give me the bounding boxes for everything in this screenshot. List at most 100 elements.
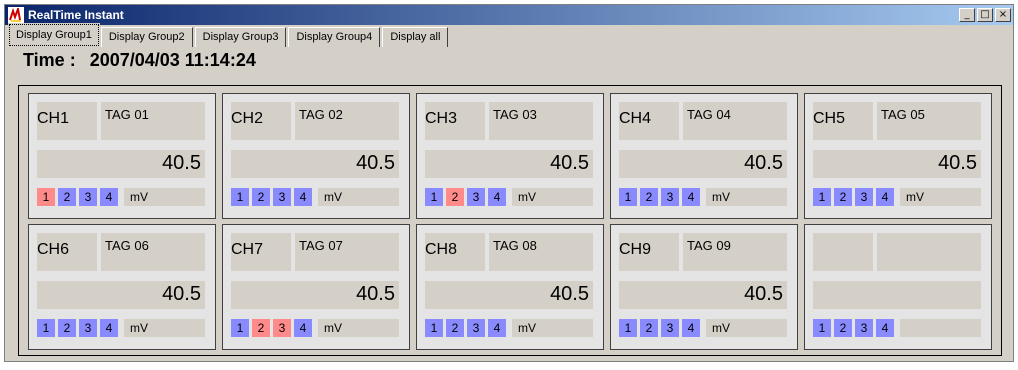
unit-label: mV xyxy=(900,188,981,206)
alarm-indicator: 2 xyxy=(834,319,852,337)
channel-card[interactable]: 1234 xyxy=(804,224,992,350)
channel-card[interactable]: CH5 TAG 05 40.5 1 2 3 4 mV xyxy=(804,93,992,219)
measured-value: 40.5 xyxy=(550,283,589,305)
minimize-button[interactable]: _ xyxy=(959,8,975,22)
alarm-indicator: 3 xyxy=(79,188,97,206)
tag-box: TAG 09 xyxy=(683,233,787,271)
value-box: 40.5 xyxy=(425,150,593,178)
value-box xyxy=(813,281,981,309)
tab-display-group4[interactable]: Display Group4 xyxy=(288,27,381,47)
alarm-indicator: 2 xyxy=(640,188,658,206)
channel-card[interactable]: CH9 TAG 09 40.5 1 2 3 4 mV xyxy=(610,224,798,350)
measured-value: 40.5 xyxy=(356,152,395,174)
tag-box: TAG 07 xyxy=(295,233,399,271)
unit-label xyxy=(900,319,981,337)
measured-value: 40.5 xyxy=(938,152,977,174)
maximize-button[interactable]: □ xyxy=(977,8,993,22)
value-box: 40.5 xyxy=(37,150,205,178)
time-row: Time : 2007/04/03 11:14:24 xyxy=(5,47,1013,73)
alarm-indicator: 4 xyxy=(294,188,312,206)
app-logo-icon xyxy=(8,7,24,23)
channel-name: CH6 xyxy=(37,241,70,258)
tab-display-group1[interactable]: Display Group1 xyxy=(8,23,100,47)
alarm-indicator: 1 xyxy=(37,319,55,337)
tab-display-all[interactable]: Display all xyxy=(382,27,449,47)
time-value: 2007/04/03 11:14:24 xyxy=(89,49,256,70)
alarm-indicator: 4 xyxy=(876,319,894,337)
value-box: 40.5 xyxy=(425,281,593,309)
indicator-row: 1 2 3 4 mV xyxy=(231,319,399,337)
tab-display-group2[interactable]: Display Group2 xyxy=(100,27,193,47)
alarm-indicator: 4 xyxy=(488,319,506,337)
alarm-indicator: 1 xyxy=(619,319,637,337)
channel-name-box: CH6 xyxy=(37,233,97,271)
unit-label: mV xyxy=(706,319,787,337)
window-controls: _ □ × xyxy=(959,8,1011,22)
channel-card[interactable]: CH6 TAG 06 40.5 1 2 3 4 mV xyxy=(28,224,216,350)
channel-name-box: CH2 xyxy=(231,102,291,140)
tag-box: TAG 08 xyxy=(489,233,593,271)
measured-value: 40.5 xyxy=(356,283,395,305)
alarm-indicator: 4 xyxy=(682,188,700,206)
channel-name-box: CH7 xyxy=(231,233,291,271)
alarm-indicator: 4 xyxy=(100,319,118,337)
channel-card[interactable]: CH7 TAG 07 40.5 1 2 3 4 mV xyxy=(222,224,410,350)
value-box: 40.5 xyxy=(231,281,399,309)
title-bar[interactable]: RealTime Instant _ □ × xyxy=(5,5,1013,25)
tag-box: TAG 04 xyxy=(683,102,787,140)
tab-display-group3[interactable]: Display Group3 xyxy=(194,27,287,47)
app-window: RealTime Instant _ □ × Display Group1 Di… xyxy=(4,4,1014,362)
indicator-row: 1 2 3 4 mV xyxy=(37,319,205,337)
channel-name-box: CH9 xyxy=(619,233,679,271)
value-box: 40.5 xyxy=(37,281,205,309)
alarm-indicator: 2 xyxy=(58,188,76,206)
channel-card[interactable]: CH3 TAG 03 40.5 1 2 3 4 mV xyxy=(416,93,604,219)
alarm-indicator: 4 xyxy=(100,188,118,206)
channel-card[interactable]: CH8 TAG 08 40.5 1 2 3 4 mV xyxy=(416,224,604,350)
alarm-indicator: 3 xyxy=(855,188,873,206)
alarm-indicator: 4 xyxy=(876,188,894,206)
indicator-row: 1 2 3 4 mV xyxy=(813,188,981,206)
channel-name-box xyxy=(813,233,873,271)
channel-grid: CH1 TAG 01 40.5 1 2 3 4 mV CH2 TAG 02 40.5 1 2 3 4 mV CH… xyxy=(18,85,1002,356)
tag-name: TAG 04 xyxy=(687,107,731,122)
measured-value: 40.5 xyxy=(744,152,783,174)
channel-name-box: CH1 xyxy=(37,102,97,140)
alarm-indicator: 1 xyxy=(425,319,443,337)
channel-name-box: CH8 xyxy=(425,233,485,271)
measured-value: 40.5 xyxy=(162,152,201,174)
unit-label: mV xyxy=(124,319,205,337)
alarm-indicator: 1 xyxy=(813,188,831,206)
alarm-indicator: 1 xyxy=(231,188,249,206)
tag-name: TAG 05 xyxy=(881,107,925,122)
alarm-indicator: 4 xyxy=(488,188,506,206)
alarm-indicator: 2 xyxy=(834,188,852,206)
alarm-indicator: 1 xyxy=(619,188,637,206)
alarm-indicator: 1 xyxy=(37,188,55,206)
channel-card[interactable]: CH2 TAG 02 40.5 1 2 3 4 mV xyxy=(222,93,410,219)
channel-card[interactable]: CH4 TAG 04 40.5 1 2 3 4 mV xyxy=(610,93,798,219)
indicator-row: 1 2 3 4 mV xyxy=(619,188,787,206)
tag-name: TAG 06 xyxy=(105,238,149,253)
alarm-indicator: 2 xyxy=(58,319,76,337)
unit-label: mV xyxy=(124,188,205,206)
tag-box: TAG 02 xyxy=(295,102,399,140)
alarm-indicator: 2 xyxy=(252,319,270,337)
indicator-row: 1 2 3 4 mV xyxy=(231,188,399,206)
measured-value: 40.5 xyxy=(162,283,201,305)
channel-card[interactable]: CH1 TAG 01 40.5 1 2 3 4 mV xyxy=(28,93,216,219)
alarm-indicator: 1 xyxy=(231,319,249,337)
measured-value: 40.5 xyxy=(744,283,783,305)
alarm-indicator: 2 xyxy=(640,319,658,337)
value-box: 40.5 xyxy=(813,150,981,178)
alarm-indicator: 3 xyxy=(855,319,873,337)
alarm-indicator: 4 xyxy=(294,319,312,337)
close-button[interactable]: × xyxy=(995,8,1011,22)
channel-name: CH9 xyxy=(619,241,652,258)
measured-value: 40.5 xyxy=(550,152,589,174)
indicator-row: 1 2 3 4 mV xyxy=(425,188,593,206)
channel-name: CH4 xyxy=(619,110,652,127)
value-box: 40.5 xyxy=(619,150,787,178)
channel-name-box: CH5 xyxy=(813,102,873,140)
indicator-row: 1 2 3 4 mV xyxy=(425,319,593,337)
